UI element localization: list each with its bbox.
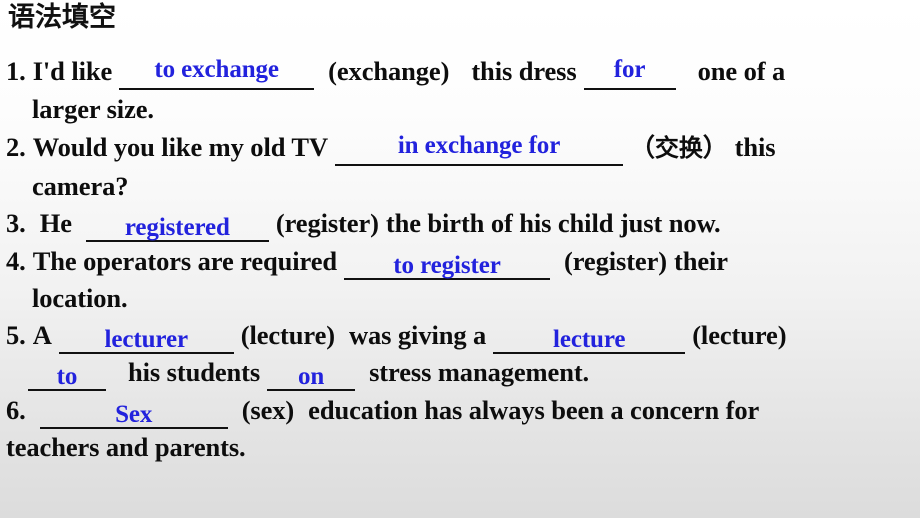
item-5-text-after: stress management.	[369, 357, 590, 387]
item-5-text-before: A	[32, 320, 52, 350]
item-3-text-after: the birth of his child just now.	[385, 208, 721, 238]
exercise-item-4: 4. The operators are required to register (…	[6, 242, 914, 280]
item-6-blank-1[interactable]: Sex	[39, 397, 228, 429]
page-title: 语法填空	[8, 2, 116, 33]
slide-canvas: 语法填空 1. I'd like to exchange (exchange) this…	[0, 0, 920, 518]
item-2-gloss: 交换	[654, 134, 703, 162]
item-2-answer-1: in exchange for	[397, 132, 561, 159]
item-3-index: 3.	[6, 208, 26, 238]
item-5-answer-3: to	[56, 363, 78, 390]
exercise-item-2-continuation: camera?	[6, 168, 914, 204]
item-5-blank-2[interactable]: lecture	[493, 322, 686, 354]
item-2-text-after: this	[734, 132, 776, 162]
item-5-blank-3[interactable]: to	[28, 359, 106, 391]
item-4-index: 4.	[6, 246, 26, 276]
exercise-item-5-continuation: to his students on stress management.	[6, 354, 914, 391]
item-1-continuation-text: larger size.	[32, 94, 154, 124]
item-6-cue-1: (sex)	[241, 395, 295, 425]
item-5-cue-1: (lecture)	[240, 320, 335, 350]
exercise-item-5: 5. Alecturer (lecture) was giving a lecture (…	[6, 316, 914, 354]
exercise-item-4-continuation: location.	[6, 280, 914, 316]
item-4-cue-1: (register)	[564, 246, 667, 276]
item-6-index: 6.	[6, 395, 26, 425]
item-5-text-middle: was giving a	[348, 320, 487, 350]
item-5-answer-1: lecturer	[104, 326, 189, 353]
item-2-text-before: Would you like my old TV	[32, 132, 329, 162]
item-3-blank-1[interactable]: registered	[85, 210, 269, 242]
item-1-index: 1.	[6, 56, 26, 86]
item-5-answer-2: lecture	[552, 326, 626, 353]
item-1-cue-1: (exchange)	[328, 56, 450, 86]
item-4-text-before: The operators are required	[32, 246, 338, 276]
item-1-answer-2: for	[613, 56, 646, 83]
item-2-gloss-close: ）	[702, 135, 728, 162]
item-2-index: 2.	[6, 132, 26, 162]
item-1-blank-1[interactable]: to exchange	[119, 56, 315, 90]
item-3-answer-1: registered	[124, 214, 230, 241]
exercise-item-3: 3. He registered (register) the birth of his…	[6, 204, 914, 242]
exercise-item-6: 6. Sex (sex) education has always been a co…	[6, 391, 914, 429]
exercise-item-1: 1. I'd like to exchange (exchange) this dres…	[6, 52, 914, 90]
item-5-blank-1[interactable]: lecturer	[58, 322, 234, 354]
exercise-list: 1. I'd like to exchange (exchange) this dres…	[6, 52, 914, 465]
exercise-item-6-continuation: teachers and parents.	[6, 429, 914, 465]
item-3-cue-1: (register)	[275, 208, 379, 238]
item-2-continuation-text: camera?	[32, 171, 129, 201]
item-5-blank-4[interactable]: on	[267, 359, 356, 391]
item-4-answer-1: to register	[393, 252, 501, 279]
item-1-text-middle: this dress	[471, 56, 577, 86]
exercise-item-1-continuation: larger size.	[6, 90, 914, 128]
item-4-text-after: their	[673, 246, 728, 276]
item-6-text-after: education has always been a concern for	[308, 395, 760, 425]
item-2-gloss-open: （	[630, 135, 655, 162]
item-1-text-before: I'd like	[32, 56, 113, 86]
item-4-blank-1[interactable]: to register	[344, 248, 551, 280]
item-5-cue-2: (lecture)	[692, 320, 787, 350]
item-1-text-after: one of a	[697, 56, 786, 86]
item-1-blank-2[interactable]: for	[583, 56, 676, 90]
item-3-text-before: He	[39, 208, 72, 238]
item-5-answer-4: on	[297, 363, 325, 390]
item-6-continuation-text: teachers and parents.	[6, 432, 246, 462]
item-5-index: 5.	[6, 320, 26, 350]
item-4-continuation-text: location.	[32, 283, 128, 313]
item-6-answer-1: Sex	[115, 401, 153, 428]
item-2-blank-1[interactable]: in exchange for	[335, 132, 624, 166]
item-5-text-middle-2: his students	[128, 357, 261, 387]
item-1-answer-1: to exchange	[154, 56, 279, 83]
exercise-item-2: 2. Would you like my old TV in exchange fo…	[6, 128, 914, 168]
